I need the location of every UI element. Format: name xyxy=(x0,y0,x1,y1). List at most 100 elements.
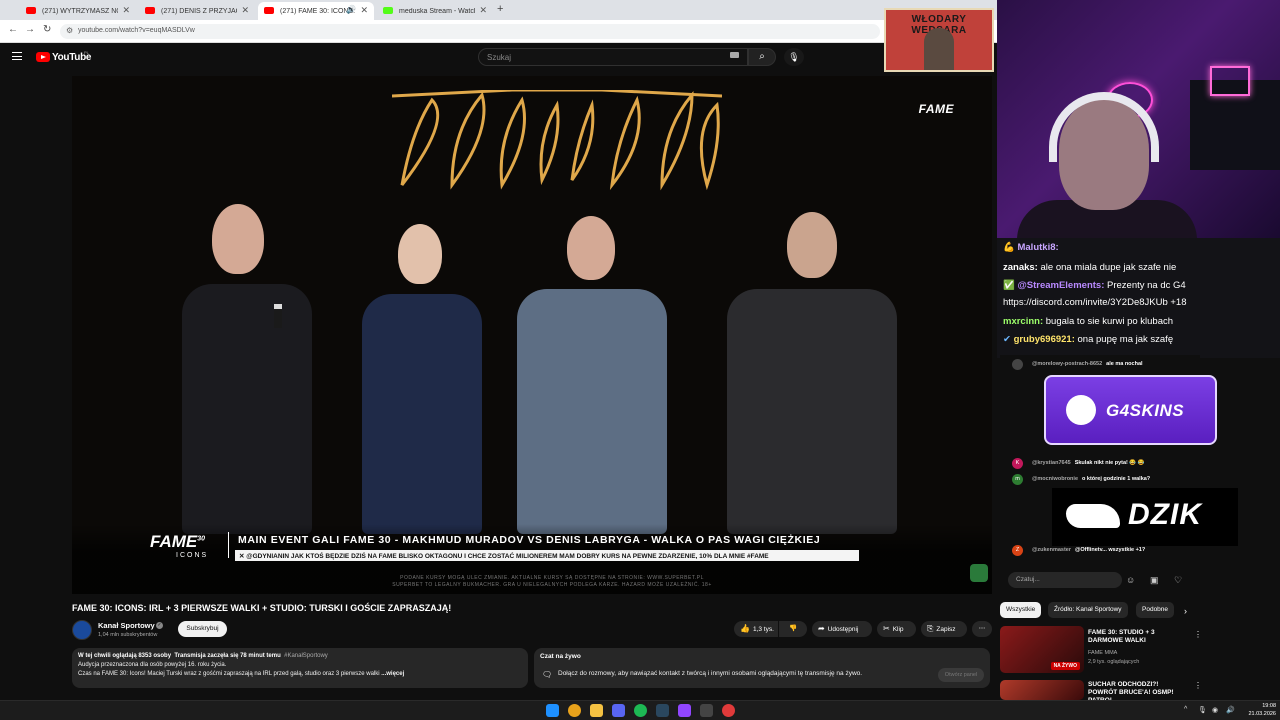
close-icon[interactable]: ✕ xyxy=(360,5,368,16)
related-video-channel[interactable]: FAME MMA xyxy=(1088,650,1117,656)
stream-started: Transmisja zaczęła się 78 minut temu xyxy=(174,653,281,659)
close-icon[interactable]: ✕ xyxy=(479,5,487,16)
discord-icon[interactable] xyxy=(612,704,625,717)
windows-taskbar: ^ 🎙 ◉ 🔊 19:08 21.03.2026 xyxy=(0,700,1280,720)
save-button[interactable]: ⎘ Zapisz xyxy=(921,621,967,637)
subscribe-button[interactable]: Subskrybuj xyxy=(178,621,227,637)
more-actions-button[interactable]: ⋯ xyxy=(972,621,992,637)
tab-label: (271) DENIS Z PRZYJACIELEM ... xyxy=(161,7,237,15)
speaker-icon[interactable]: 🔊 xyxy=(346,5,356,14)
file-explorer-icon[interactable] xyxy=(590,704,603,717)
clock-date[interactable]: 21.03.2026 xyxy=(1240,711,1276,717)
tab-2[interactable]: (271) DENIS Z PRZYJACIELEM ... ✕ xyxy=(139,2,255,20)
youtube-logo-icon[interactable] xyxy=(36,52,50,62)
chat-input[interactable]: Czatuj... xyxy=(1008,572,1122,588)
description-box[interactable]: W tej chwili oglądają 8353 osoby Transmi… xyxy=(72,648,528,688)
address-bar[interactable]: ⚙ youtube.com/watch?v=euqMASDLVw xyxy=(60,24,880,39)
channel-name[interactable]: Kanał Sportowy xyxy=(98,621,155,630)
emoji-icon[interactable]: ☺ xyxy=(1126,575,1135,585)
thumbs-down-icon: 👎 xyxy=(788,625,798,632)
event-number: 30 xyxy=(197,535,206,543)
wifi-icon[interactable]: ◉ xyxy=(1212,706,1218,714)
chat-author: @mocniwobronie o której godzinie 1 walka? xyxy=(1032,476,1151,482)
chat-username: zanaks: xyxy=(1003,262,1038,273)
forward-icon[interactable]: → xyxy=(25,24,35,35)
tab-label: (271) WYTRZYMASZ NOC W T... xyxy=(42,7,118,15)
close-icon[interactable]: ✕ xyxy=(122,5,130,16)
bookmark-icon: ⎘ xyxy=(927,624,934,633)
share-button[interactable]: ➦ Udostępnij xyxy=(812,621,872,637)
microphone-icon: 🎙 xyxy=(788,52,800,62)
hashtag-link[interactable]: #KanałSportowy xyxy=(284,653,328,659)
heart-icon[interactable]: ♡ xyxy=(1174,575,1182,586)
share-icon: ➦ xyxy=(818,624,825,633)
show-more-link[interactable]: ...więcej xyxy=(381,671,404,677)
chrome-icon[interactable] xyxy=(568,704,581,717)
guest-person-1 xyxy=(362,214,482,534)
related-video-title[interactable]: FAME 30: STUDIO + 3 DARMOWE WALKI xyxy=(1088,629,1188,645)
scissors-icon: ✂ xyxy=(883,624,890,633)
guest-person-3 xyxy=(727,204,897,534)
channel-avatar[interactable] xyxy=(72,620,92,640)
super-chat-icon[interactable]: ▣ xyxy=(1150,575,1159,586)
chat-badge-icon: ✅ xyxy=(1003,280,1015,291)
hamburger-menu-icon[interactable] xyxy=(12,52,22,60)
volume-icon[interactable]: 🔊 xyxy=(1226,706,1235,714)
avatar xyxy=(1012,359,1023,370)
clock-time[interactable]: 19:08 xyxy=(1246,703,1276,709)
more-vertical-icon[interactable]: ⋮ xyxy=(1194,630,1202,639)
share-label: Udostępnij xyxy=(827,626,859,633)
live-chat-title: Czat na żywo xyxy=(540,653,581,660)
related-video-thumbnail[interactable]: NA ŻYWO xyxy=(1000,626,1084,673)
stream-chat-line: 💪 Malutki8: xyxy=(1003,242,1059,253)
tab-label: (271) FAME 30: ICONS: IRL xyxy=(280,7,356,15)
site-info-icon[interactable]: ⚙ xyxy=(66,26,73,35)
host-person xyxy=(182,194,312,534)
steam-icon[interactable] xyxy=(656,704,669,717)
chevron-right-icon[interactable]: › xyxy=(1184,606,1187,616)
app-icon[interactable] xyxy=(700,704,713,717)
stream-chat-line: ✅ @StreamElements: Prezenty na dc G4 xyxy=(1003,280,1186,291)
spotify-icon[interactable] xyxy=(634,704,647,717)
fame-30-logo: FAME30 xyxy=(150,532,206,551)
chip-channel-source[interactable]: Źródło: Kanał Sportowy xyxy=(1048,602,1128,618)
voice-search-button[interactable]: 🎙 xyxy=(784,48,804,66)
chevron-up-icon[interactable]: ^ xyxy=(1184,706,1187,713)
region-code: PL xyxy=(84,50,89,55)
close-icon[interactable]: ✕ xyxy=(241,5,249,16)
back-icon[interactable]: ← xyxy=(8,24,18,35)
reload-icon[interactable]: ↻ xyxy=(43,24,51,35)
tab-1[interactable]: (271) WYTRZYMASZ NOC W T... ✕ xyxy=(20,2,136,20)
app-icon[interactable] xyxy=(722,704,735,717)
app-icon[interactable] xyxy=(678,704,691,717)
search-input[interactable]: Szukaj xyxy=(478,48,748,66)
guest-person-2 xyxy=(517,204,667,534)
windows-start-icon[interactable] xyxy=(546,704,559,717)
video-player[interactable]: FAME FAME30 ICONS MAIN EVENT GALI FAME 3… xyxy=(72,76,992,594)
youtube-favicon-icon xyxy=(145,7,155,14)
chip-all[interactable]: Wszystkie xyxy=(1000,602,1042,618)
watching-count: W tej chwili oglądają 8353 osoby xyxy=(78,653,172,659)
search-button[interactable]: ⌕ xyxy=(748,48,776,66)
more-vertical-icon[interactable]: ⋮ xyxy=(1194,681,1202,690)
betting-disclaimer: PODANE KURSY MOGĄ ULEC ZMIANIE. AKTUALNE… xyxy=(282,575,822,589)
tab-4[interactable]: meduska Stream - Watch Live... ✕ xyxy=(377,2,493,20)
chat-message: Prezenty na dc G4 xyxy=(1107,280,1186,291)
tab-3-active[interactable]: (271) FAME 30: ICONS: IRL 🔊 ✕ xyxy=(258,2,374,20)
live-badge: NA ŻYWO xyxy=(1050,662,1080,670)
keyboard-icon[interactable] xyxy=(730,52,739,58)
clip-button[interactable]: ✂ Klip xyxy=(877,621,916,637)
g4skins-text: G4SKINS xyxy=(1106,401,1185,420)
open-panel-button[interactable]: Otwórz panel xyxy=(938,668,984,682)
like-button[interactable]: 👍 1,3 tys. xyxy=(734,621,778,637)
dislike-button[interactable]: 👎 xyxy=(779,621,807,637)
neon-house-sign xyxy=(1210,66,1250,96)
youtube-header: YouTube PL Szukaj ⌕ 🎙 xyxy=(0,44,1000,72)
chip-similar[interactable]: Podobne xyxy=(1136,602,1175,618)
mic-tray-icon[interactable]: 🎙 xyxy=(1198,706,1207,714)
new-tab-icon[interactable]: + xyxy=(497,3,503,15)
live-chat-text: Dołącz do rozmowy, aby nawiązać kontakt … xyxy=(558,670,863,677)
youtube-favicon-icon xyxy=(26,7,36,14)
related-video-thumbnail[interactable] xyxy=(1000,680,1084,700)
navigation-bar: ← → ↻ ⚙ youtube.com/watch?v=euqMASDLVw xyxy=(0,20,1000,43)
